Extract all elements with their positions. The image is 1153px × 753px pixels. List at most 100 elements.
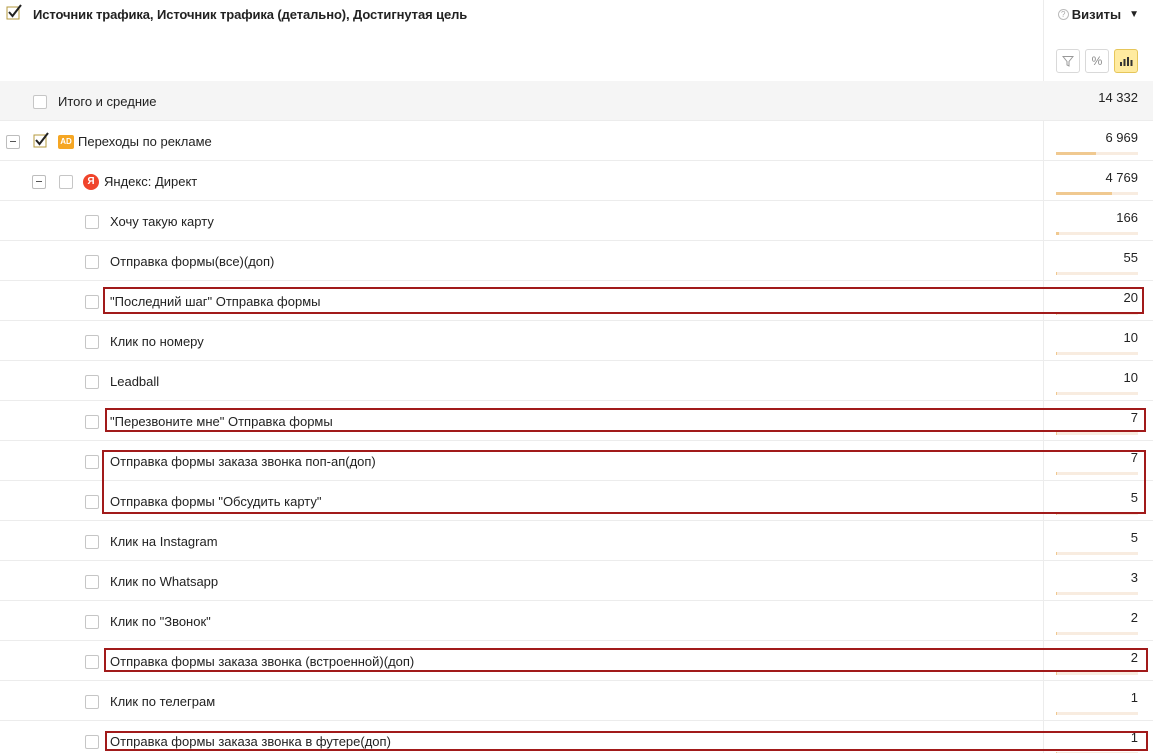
- goal-row: Клик на Instagram 5: [0, 521, 1153, 561]
- total-checkbox[interactable]: [33, 95, 47, 109]
- goal-label[interactable]: Отправка формы "Обсудить карту": [110, 494, 321, 509]
- goal-row: Отправка формы заказа звонка в футере(до…: [0, 721, 1153, 753]
- share-bar-fill: [1056, 672, 1057, 675]
- goal-value: 10: [1123, 330, 1138, 345]
- bar-chart-icon: [1120, 57, 1133, 66]
- goal-value: 166: [1116, 210, 1138, 225]
- share-bar-fill: [1056, 192, 1113, 195]
- group-checkbox-checked-icon[interactable]: [33, 131, 49, 149]
- group-value: 6 969: [1105, 130, 1138, 145]
- share-bar: [1056, 272, 1138, 275]
- goal-checkbox[interactable]: [85, 215, 99, 229]
- goal-row: Клик по Whatsapp 3: [0, 561, 1153, 601]
- subgroup-checkbox[interactable]: [59, 175, 73, 189]
- goal-label[interactable]: Клик по Whatsapp: [110, 574, 218, 589]
- share-bar-fill: [1056, 152, 1096, 155]
- goal-checkbox[interactable]: [85, 255, 99, 269]
- goal-row: Хочу такую карту 166: [0, 201, 1153, 241]
- dimensions-checkbox-checked-icon[interactable]: [6, 4, 22, 20]
- goal-label[interactable]: Клик на Instagram: [110, 534, 218, 549]
- goal-value: 1: [1130, 690, 1138, 705]
- goal-checkbox[interactable]: [85, 375, 99, 389]
- collapse-toggle[interactable]: [32, 175, 46, 189]
- goal-label[interactable]: Отправка формы заказа звонка в футере(до…: [110, 734, 391, 749]
- share-bar: [1056, 592, 1138, 595]
- filter-icon: [1062, 56, 1074, 67]
- goal-label[interactable]: Отправка формы(все)(доп): [110, 254, 274, 269]
- goal-row: Leadball 10: [0, 361, 1153, 401]
- group-label[interactable]: Переходы по рекламе: [78, 134, 212, 149]
- goal-row: Отправка формы заказа звонка поп-ап(доп)…: [0, 441, 1153, 481]
- goal-checkbox[interactable]: [85, 495, 99, 509]
- share-bar: [1056, 512, 1138, 515]
- goal-row: Отправка формы(все)(доп) 55: [0, 241, 1153, 281]
- goal-row: Клик по телеграм 1: [0, 681, 1153, 721]
- goal-checkbox[interactable]: [85, 335, 99, 349]
- percent-icon: %: [1091, 54, 1103, 68]
- goal-label[interactable]: Хочу такую карту: [110, 214, 214, 229]
- bar-chart-button[interactable]: [1114, 49, 1138, 73]
- share-bar: [1056, 632, 1138, 635]
- goal-value: 5: [1130, 490, 1138, 505]
- goal-checkbox[interactable]: [85, 415, 99, 429]
- collapse-toggle[interactable]: [6, 135, 20, 149]
- share-bar: [1056, 712, 1138, 715]
- goal-checkbox[interactable]: [85, 615, 99, 629]
- subgroup-label[interactable]: Яндекс: Директ: [104, 174, 197, 189]
- share-bar: [1056, 472, 1138, 475]
- share-bar-fill: [1056, 592, 1057, 595]
- share-bar-fill: [1056, 352, 1057, 355]
- dimensions-title[interactable]: Источник трафика, Источник трафика (дета…: [33, 7, 467, 22]
- goal-label[interactable]: "Последний шаг" Отправка формы: [110, 294, 320, 309]
- goal-value: 7: [1130, 450, 1138, 465]
- share-bar-fill: [1056, 312, 1057, 315]
- goal-label[interactable]: Отправка формы заказа звонка поп-ап(доп): [110, 454, 376, 469]
- goal-row: "Последний шаг" Отправка формы 20: [0, 281, 1153, 321]
- goal-row: Клик по "Звонок" 2: [0, 601, 1153, 641]
- goal-checkbox[interactable]: [85, 535, 99, 549]
- goal-row: Отправка формы "Обсудить карту" 5: [0, 481, 1153, 521]
- goal-value: 1: [1130, 730, 1138, 745]
- subgroup-row-yandex-direct: Я Яндекс: Директ 4 769: [0, 161, 1153, 201]
- filter-button[interactable]: [1056, 49, 1080, 73]
- goal-label[interactable]: Leadball: [110, 374, 159, 389]
- share-bar-fill: [1056, 432, 1057, 435]
- goal-value: 10: [1123, 370, 1138, 385]
- share-bar-fill: [1056, 472, 1057, 475]
- share-bar: [1056, 672, 1138, 675]
- share-bar-fill: [1056, 632, 1057, 635]
- goal-label[interactable]: "Перезвоните мне" Отправка формы: [110, 414, 333, 429]
- total-label: Итого и средние: [58, 94, 157, 109]
- share-bar-fill: [1056, 272, 1057, 275]
- view-toolbar: %: [1056, 49, 1138, 73]
- help-icon[interactable]: ?: [1057, 9, 1069, 20]
- goal-checkbox[interactable]: [85, 575, 99, 589]
- ad-badge-icon: AD: [58, 135, 74, 149]
- subgroup-value: 4 769: [1105, 170, 1138, 185]
- goal-checkbox[interactable]: [85, 695, 99, 709]
- goal-checkbox[interactable]: [85, 455, 99, 469]
- share-bar-fill: [1056, 552, 1057, 555]
- share-bar: [1056, 432, 1138, 435]
- goal-value: 2: [1130, 610, 1138, 625]
- yandex-icon: Я: [83, 174, 99, 190]
- goal-label[interactable]: Клик по "Звонок": [110, 614, 211, 629]
- share-bar: [1056, 312, 1138, 315]
- metric-selector[interactable]: ? Визиты ▼: [1057, 7, 1139, 22]
- share-bar-fill: [1056, 232, 1059, 235]
- goal-label[interactable]: Клик по номеру: [110, 334, 204, 349]
- goal-checkbox[interactable]: [85, 295, 99, 309]
- share-bar-fill: [1056, 712, 1057, 715]
- goal-value: 3: [1130, 570, 1138, 585]
- percent-button[interactable]: %: [1085, 49, 1109, 73]
- total-value: 14 332: [1098, 90, 1138, 105]
- share-bar: [1056, 392, 1138, 395]
- goal-label[interactable]: Отправка формы заказа звонка (встроенной…: [110, 654, 414, 669]
- goal-checkbox[interactable]: [85, 655, 99, 669]
- goal-label[interactable]: Клик по телеграм: [110, 694, 215, 709]
- report-header: Источник трафика, Источник трафика (дета…: [0, 0, 1153, 80]
- share-bar: [1056, 552, 1138, 555]
- total-row: Итого и средние 14 332: [0, 81, 1153, 121]
- goal-checkbox[interactable]: [85, 735, 99, 749]
- goal-value: 7: [1130, 410, 1138, 425]
